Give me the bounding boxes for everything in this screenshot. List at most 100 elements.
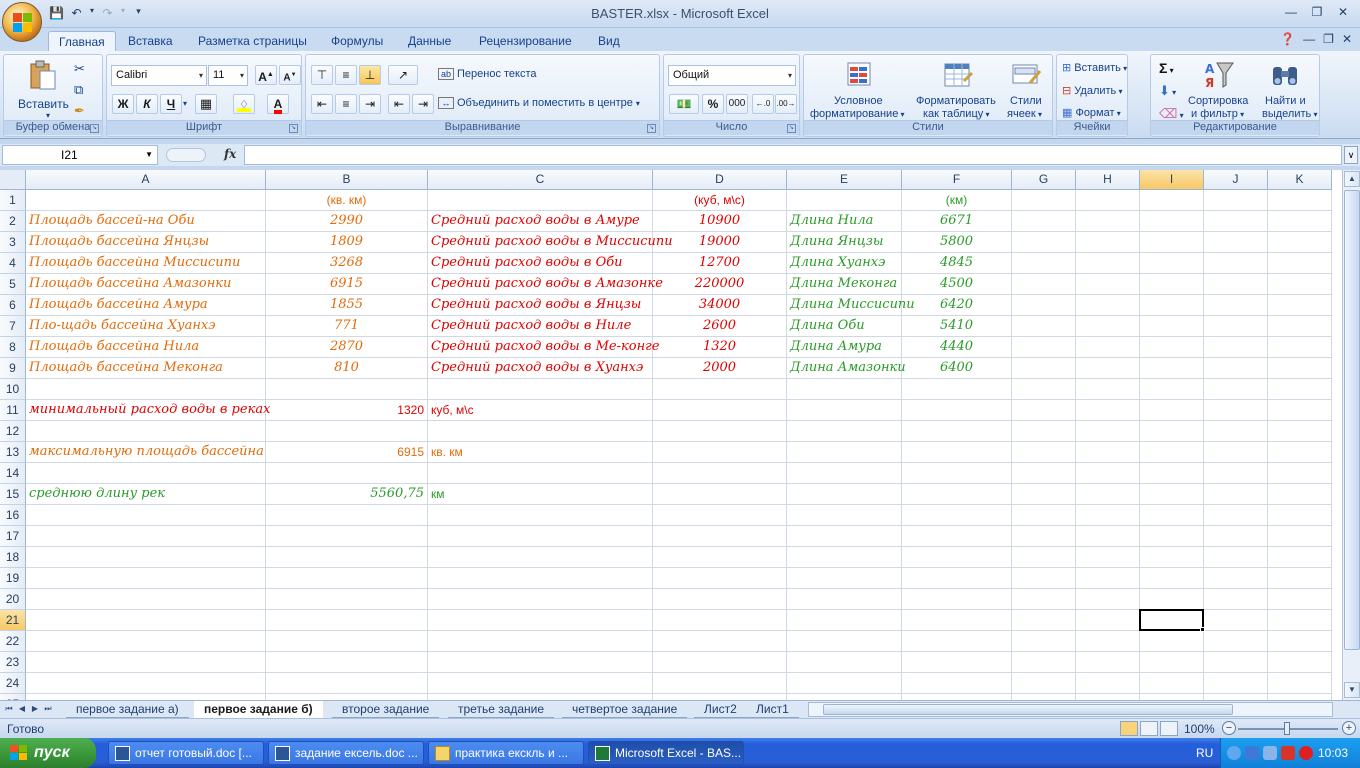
cell-e10[interactable]	[787, 379, 902, 400]
cell-g24[interactable]	[1012, 673, 1076, 694]
font-launcher-icon[interactable]: ↘	[289, 124, 298, 133]
cell-g5[interactable]	[1012, 274, 1076, 295]
cell-b4[interactable]: 3268	[266, 253, 428, 274]
antivirus-icon[interactable]	[1281, 746, 1295, 760]
cell-h16[interactable]	[1076, 505, 1140, 526]
row-header-23[interactable]: 23	[0, 652, 26, 673]
cell-f7[interactable]: 5410	[902, 316, 1012, 337]
format-as-table-button[interactable]: как таблицу ▾	[923, 108, 990, 120]
cell-f15[interactable]	[902, 484, 1012, 505]
cell-h4[interactable]	[1076, 253, 1140, 274]
cell-d22[interactable]	[653, 631, 787, 652]
cell-g15[interactable]	[1012, 484, 1076, 505]
cell-b10[interactable]	[266, 379, 428, 400]
paste-icon[interactable]	[26, 59, 58, 91]
cell-k1[interactable]	[1268, 190, 1332, 211]
cell-d5[interactable]: 220000	[653, 274, 787, 295]
row-header-1[interactable]: 1	[0, 190, 26, 211]
cell-e22[interactable]	[787, 631, 902, 652]
cell-c7[interactable]: Средний расход воды в Ниле	[428, 316, 653, 337]
cell-d7[interactable]: 2600	[653, 316, 787, 337]
cell-i9[interactable]	[1140, 358, 1204, 379]
cell-d23[interactable]	[653, 652, 787, 673]
cell-e4[interactable]: Длина Хуанхэ	[787, 253, 902, 274]
language-indicator[interactable]: RU	[1196, 746, 1213, 760]
underline-button[interactable]: Ч	[160, 94, 182, 114]
restore-icon[interactable]: ❐	[1306, 3, 1328, 21]
cell-k7[interactable]	[1268, 316, 1332, 337]
font-size-select[interactable]: 11 ▾	[208, 65, 248, 86]
cell-g17[interactable]	[1012, 526, 1076, 547]
cell-i3[interactable]	[1140, 232, 1204, 253]
sort-filter-icon[interactable]: A Я	[1203, 59, 1235, 91]
column-header-c[interactable]: C	[428, 170, 653, 190]
vertical-scrollbar[interactable]: ▲ ▼	[1342, 170, 1360, 700]
row-header-14[interactable]: 14	[0, 463, 26, 484]
cell-b16[interactable]	[266, 505, 428, 526]
page-layout-view-icon[interactable]	[1140, 721, 1158, 736]
cell-j11[interactable]	[1204, 400, 1268, 421]
percent-button[interactable]: %	[702, 94, 724, 114]
cell-d4[interactable]: 12700	[653, 253, 787, 274]
cell-f8[interactable]: 4440	[902, 337, 1012, 358]
cell-g13[interactable]	[1012, 442, 1076, 463]
number-launcher-icon[interactable]: ↘	[787, 124, 796, 133]
cell-h21[interactable]	[1076, 610, 1140, 631]
cell-d11[interactable]	[653, 400, 787, 421]
cell-c6[interactable]: Средний расход воды в Янцзы	[428, 295, 653, 316]
cell-h10[interactable]	[1076, 379, 1140, 400]
cell-j8[interactable]	[1204, 337, 1268, 358]
cell-a14[interactable]	[26, 463, 266, 484]
vertical-scroll-thumb[interactable]	[1344, 190, 1360, 650]
name-box[interactable]: I21 ▼	[2, 145, 158, 165]
binoculars-icon[interactable]	[1269, 59, 1301, 91]
cell-j12[interactable]	[1204, 421, 1268, 442]
cell-k3[interactable]	[1268, 232, 1332, 253]
font-color-button[interactable]: A	[267, 94, 289, 114]
tab-insert[interactable]: Вставка	[118, 31, 183, 52]
spreadsheet-grid[interactable]: A B C D E F G H I J K 1 (кв. км) (куб, м\с) (км) 2 Площа…	[0, 170, 1342, 700]
tab-view[interactable]: Вид	[588, 31, 630, 52]
cell-b15[interactable]: 5560,75	[266, 484, 428, 505]
horizontal-scroll-thumb[interactable]	[823, 704, 1233, 715]
cell-d18[interactable]	[653, 547, 787, 568]
cell-k20[interactable]	[1268, 589, 1332, 610]
cell-a10[interactable]	[26, 379, 266, 400]
start-button[interactable]: пуск	[0, 738, 96, 768]
cell-e11[interactable]	[787, 400, 902, 421]
cell-c20[interactable]	[428, 589, 653, 610]
cell-b13[interactable]: 6915	[266, 442, 428, 463]
cell-d10[interactable]	[653, 379, 787, 400]
cell-e16[interactable]	[787, 505, 902, 526]
cell-k5[interactable]	[1268, 274, 1332, 295]
cell-k10[interactable]	[1268, 379, 1332, 400]
cell-g21[interactable]	[1012, 610, 1076, 631]
cell-b23[interactable]	[266, 652, 428, 673]
last-sheet-icon[interactable]: ⏭	[42, 702, 54, 716]
cell-f4[interactable]: 4845	[902, 253, 1012, 274]
row-header-3[interactable]: 3	[0, 232, 26, 253]
cell-e9[interactable]: Длина Амазонки	[787, 358, 906, 379]
cell-f14[interactable]	[902, 463, 1012, 484]
wrap-text-button[interactable]: ab Перенос текста	[438, 68, 537, 80]
cell-g10[interactable]	[1012, 379, 1076, 400]
cell-k24[interactable]	[1268, 673, 1332, 694]
cell-e21[interactable]	[787, 610, 902, 631]
cell-k8[interactable]	[1268, 337, 1332, 358]
cell-j13[interactable]	[1204, 442, 1268, 463]
next-sheet-icon[interactable]: ▶	[29, 702, 41, 716]
cell-c11[interactable]: куб, м\с	[428, 400, 653, 421]
copy-icon[interactable]: ⧉	[74, 82, 83, 98]
cell-b5[interactable]: 6915	[266, 274, 428, 295]
cell-a1[interactable]	[26, 190, 266, 211]
shrink-font-button[interactable]: A▼	[279, 65, 301, 85]
sort-filter-line1[interactable]: Сортировка	[1188, 95, 1248, 107]
cell-j16[interactable]	[1204, 505, 1268, 526]
cell-e17[interactable]	[787, 526, 902, 547]
cell-c21[interactable]	[428, 610, 653, 631]
cell-a4[interactable]: Площадь бассейна Миссисипи	[26, 253, 266, 274]
column-header-e[interactable]: E	[787, 170, 902, 190]
cell-f13[interactable]	[902, 442, 1012, 463]
cell-i7[interactable]	[1140, 316, 1204, 337]
cell-e23[interactable]	[787, 652, 902, 673]
